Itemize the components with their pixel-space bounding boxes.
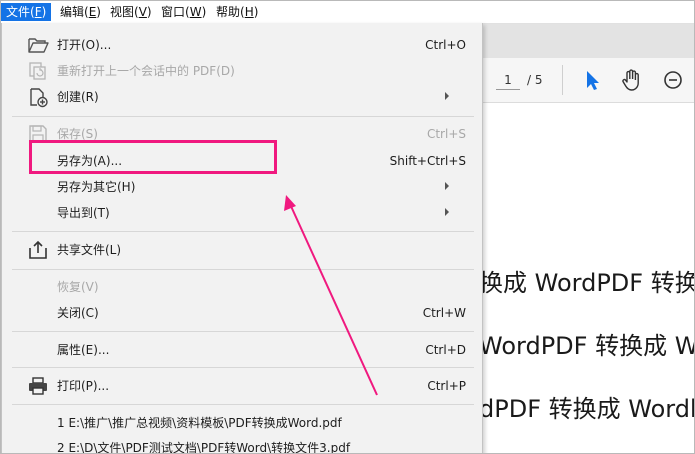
tab-strip (481, 24, 694, 58)
menu-view[interactable]: 视图(V) (105, 3, 157, 21)
shortcut-text: Ctrl+S (426, 127, 466, 141)
submenu-arrow-icon (445, 182, 449, 190)
select-cursor-icon[interactable] (579, 67, 605, 93)
menu-item-label: 恢复(V) (57, 280, 99, 294)
menu-window-close: ) (201, 5, 207, 19)
menu-edit-text: 编辑( (60, 5, 89, 19)
menu-item-label: 创建(R) (57, 90, 99, 104)
menu-help-text: 帮助( (216, 5, 245, 19)
menu-item-close[interactable]: 关闭(C) Ctrl+W (2, 300, 482, 326)
document-text-line: WordPDF 转换成 Wo (481, 332, 695, 360)
menu-file[interactable]: 文件(F) (1, 3, 52, 21)
folder-open-icon (28, 38, 49, 53)
menu-help-key: H (244, 5, 254, 19)
menu-item-revert[interactable]: 恢复(V) (2, 274, 482, 300)
menu-item-label: 另存为其它(H) (57, 180, 136, 194)
document-text-line: dPDF 转换成 Wordl (481, 395, 695, 423)
menu-help[interactable]: 帮助(H) (211, 3, 263, 21)
app-window: 文件(F) 编辑(E) 视图(V) 窗口(W) 帮助(H) 1 / 5 换成 W… (0, 0, 695, 454)
menu-item-print[interactable]: 打印(P)... Ctrl+P (2, 373, 482, 399)
recent-file-item[interactable]: 2 E:\D\文件\PDF测试文档\PDF转Word\转换文件3.pdf (57, 439, 350, 453)
menu-item-label: 打印(P)... (57, 379, 110, 393)
printer-icon (29, 377, 47, 395)
menu-item-export-to[interactable]: 导出到(T) (2, 200, 482, 226)
document-view: 换成 WordPDF 转换成 WordPDF 转换成 Wo dPDF 转换成 W… (481, 103, 695, 453)
shortcut-text: Ctrl+W (422, 306, 466, 320)
menu-item-create[interactable]: 创建(R) (2, 84, 482, 110)
menu-item-label: 打开(O)... (57, 38, 112, 52)
menu-divider (12, 269, 474, 270)
toolbar-divider (562, 65, 563, 95)
menu-item-share-file[interactable]: 共享文件(L) (2, 237, 482, 263)
shortcut-text: Ctrl+P (427, 379, 466, 393)
menu-divider (12, 331, 474, 332)
shortcut-text: Ctrl+O (425, 38, 466, 52)
menu-item-label: 关闭(C) (57, 306, 99, 320)
shortcut-text: Shift+Ctrl+S (389, 154, 466, 168)
zoom-out-icon[interactable] (660, 67, 686, 93)
menu-file-close: ) (41, 5, 47, 19)
create-pdf-icon (30, 88, 48, 108)
menu-divider (12, 367, 474, 368)
highlight-box (29, 140, 277, 174)
menu-item-properties[interactable]: 属性(E)... Ctrl+D (2, 337, 482, 363)
menu-edit-close: ) (96, 5, 101, 19)
menu-item-label: 共享文件(L) (57, 243, 122, 257)
menu-item-label: 导出到(T) (57, 206, 110, 220)
menu-window-key: W (189, 5, 202, 19)
menu-view-key: V (138, 5, 147, 19)
menu-file-text: 文件( (6, 5, 35, 19)
menu-window-text: 窗口( (161, 5, 190, 19)
menu-view-close: ) (146, 5, 152, 19)
document-text-line: 换成 WordPDF 转换成 (481, 269, 694, 297)
reopen-documents-icon (29, 62, 46, 80)
menu-item-label: 属性(E)... (57, 343, 110, 357)
page-number-input[interactable]: 1 (496, 71, 520, 90)
menu-view-text: 视图( (110, 5, 139, 19)
menu-file-key: F (34, 5, 42, 19)
menu-help-close: ) (253, 5, 259, 19)
page-total: / 5 (527, 73, 543, 87)
recent-file-item[interactable]: 1 E:\推广\推广总视频\资料模板\PDF转换成Word.pdf (57, 414, 342, 432)
menu-window[interactable]: 窗口(W) (156, 3, 211, 21)
menu-item-save-as-other[interactable]: 另存为其它(H) (2, 174, 482, 200)
menu-divider (12, 404, 474, 405)
menu-bar: 文件(F) 编辑(E) 视图(V) 窗口(W) 帮助(H) (1, 1, 694, 24)
file-menu-dropdown: 打开(O)... Ctrl+O 重新打开上一个会话中的 PDF(D) 创建(R) (1, 23, 483, 453)
menu-divider (12, 116, 474, 117)
menu-item-label: 重新打开上一个会话中的 PDF(D) (57, 64, 235, 78)
submenu-arrow-icon (445, 92, 449, 100)
menu-item-reopen-session[interactable]: 重新打开上一个会话中的 PDF(D) (2, 58, 482, 84)
hand-tool-icon[interactable] (618, 67, 644, 93)
menu-edit[interactable]: 编辑(E) (55, 3, 106, 21)
submenu-arrow-icon (445, 208, 449, 216)
menu-divider (12, 231, 474, 232)
shortcut-text: Ctrl+D (425, 343, 466, 357)
menu-item-open[interactable]: 打开(O)... Ctrl+O (2, 32, 482, 58)
share-upload-icon (29, 240, 47, 259)
